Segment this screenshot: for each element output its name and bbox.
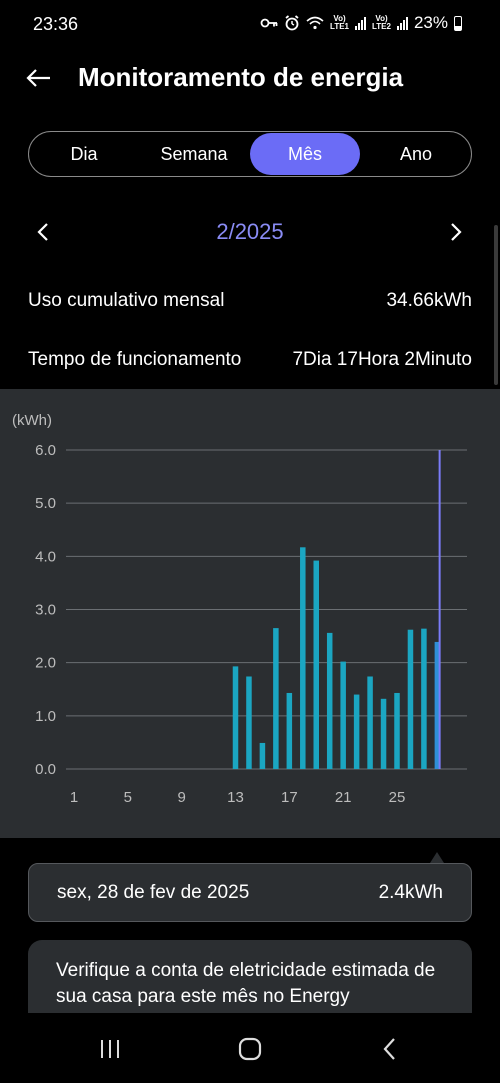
bar-day-14[interactable]: [246, 676, 252, 769]
x-tick-label: 13: [227, 789, 244, 806]
bar-day-13[interactable]: [232, 666, 239, 769]
promo-text: Verifique a conta de eletricidade estima…: [56, 960, 436, 1007]
bar-day-15[interactable]: [259, 742, 266, 769]
vpn-key-icon: [260, 17, 278, 29]
runtime-label: Tempo de funcionamento: [28, 349, 242, 370]
alarm-icon: [284, 15, 300, 31]
bar-day-21[interactable]: [340, 661, 346, 769]
status-bar: 23:36 Vo) LTE1 Vo) LTE2 23%: [0, 0, 500, 50]
bar-day-17[interactable]: [286, 692, 293, 769]
x-tick-label: 17: [281, 789, 298, 806]
tab-month[interactable]: Mês: [250, 133, 360, 175]
y-tick-label: 2.0: [35, 655, 56, 672]
page-title: Monitoramento de energia: [78, 62, 404, 92]
app-header: Monitoramento de energia: [0, 50, 500, 106]
tooltip-caret: [430, 852, 444, 863]
battery-icon: [454, 15, 462, 31]
back-arrow-icon[interactable]: [25, 64, 53, 92]
bar-day-19[interactable]: [313, 560, 320, 769]
period-tabs: Dia Semana Mês Ano: [28, 131, 472, 177]
x-tick-label: 21: [335, 789, 352, 806]
network-lte2-label: Vo) LTE2: [372, 14, 391, 31]
tab-year[interactable]: Ano: [361, 132, 471, 176]
x-tick-label: 1: [70, 789, 78, 806]
y-tick-label: 3.0: [35, 602, 56, 619]
tooltip-date: sex, 28 de fev de 2025: [57, 881, 250, 903]
recents-icon[interactable]: [96, 1035, 124, 1063]
usage-value: 34.66kWh: [386, 290, 472, 311]
period-label: 2/2025: [216, 219, 284, 244]
tooltip-value: 2.4kWh: [378, 881, 443, 903]
usage-row: Uso cumulativo mensal 34.66kWh: [28, 290, 472, 312]
y-tick-label: 6.0: [35, 442, 56, 459]
back-icon[interactable]: [376, 1035, 404, 1063]
y-tick-label: 0.0: [35, 761, 56, 778]
bar-day-27[interactable]: [421, 628, 427, 769]
signal-2-icon: [396, 16, 408, 30]
bar-day-25[interactable]: [394, 692, 400, 769]
signal-1-icon: [355, 16, 366, 30]
usage-label: Uso cumulativo mensal: [28, 290, 225, 311]
network-lte1-label: Vo) LTE1: [330, 14, 349, 31]
x-tick-label: 5: [124, 789, 132, 806]
energy-chart-panel[interactable]: (kWh) 0.0 1.0 2.0 3.0 4.0 5.0 6.0 1 5 9 13 17 21 25: [0, 389, 500, 838]
bar-day-18[interactable]: [300, 547, 306, 769]
bar-day-22[interactable]: [353, 694, 360, 769]
y-unit-label: (kWh): [12, 412, 52, 429]
status-time: 23:36: [33, 14, 79, 34]
tab-day[interactable]: Dia: [29, 132, 139, 176]
bar-day-20[interactable]: [326, 632, 333, 769]
x-tick-label: 9: [177, 789, 185, 806]
day-tooltip: sex, 28 de fev de 2025 2.4kWh: [28, 863, 472, 922]
scrollbar[interactable]: [494, 225, 498, 385]
wifi-icon: [306, 16, 324, 30]
home-icon[interactable]: [236, 1035, 264, 1063]
runtime-value: 7Dia 17Hora 2Minuto: [292, 349, 472, 370]
bar-day-26[interactable]: [407, 629, 414, 769]
y-tick-label: 5.0: [35, 495, 56, 512]
bar-day-24[interactable]: [380, 698, 387, 769]
x-tick-label: 25: [389, 789, 406, 806]
y-tick-label: 1.0: [35, 708, 56, 725]
tab-week[interactable]: Semana: [139, 132, 249, 176]
energy-bar-chart[interactable]: (kWh) 0.0 1.0 2.0 3.0 4.0 5.0 6.0 1 5 9 13 17 21 25: [0, 389, 500, 838]
y-tick-label: 4.0: [35, 548, 56, 565]
system-nav-bar: [0, 1013, 500, 1083]
status-icons: Vo) LTE1 Vo) LTE2 23%: [260, 13, 462, 33]
chevron-right-icon[interactable]: [441, 218, 469, 246]
battery-percent: 23%: [413, 13, 448, 32]
bar-day-16[interactable]: [273, 628, 279, 769]
month-navigator: 2/2025: [0, 208, 500, 256]
bar-day-23[interactable]: [367, 676, 373, 769]
runtime-row: Tempo de funcionamento 7Dia 17Hora 2Minu…: [28, 349, 472, 371]
